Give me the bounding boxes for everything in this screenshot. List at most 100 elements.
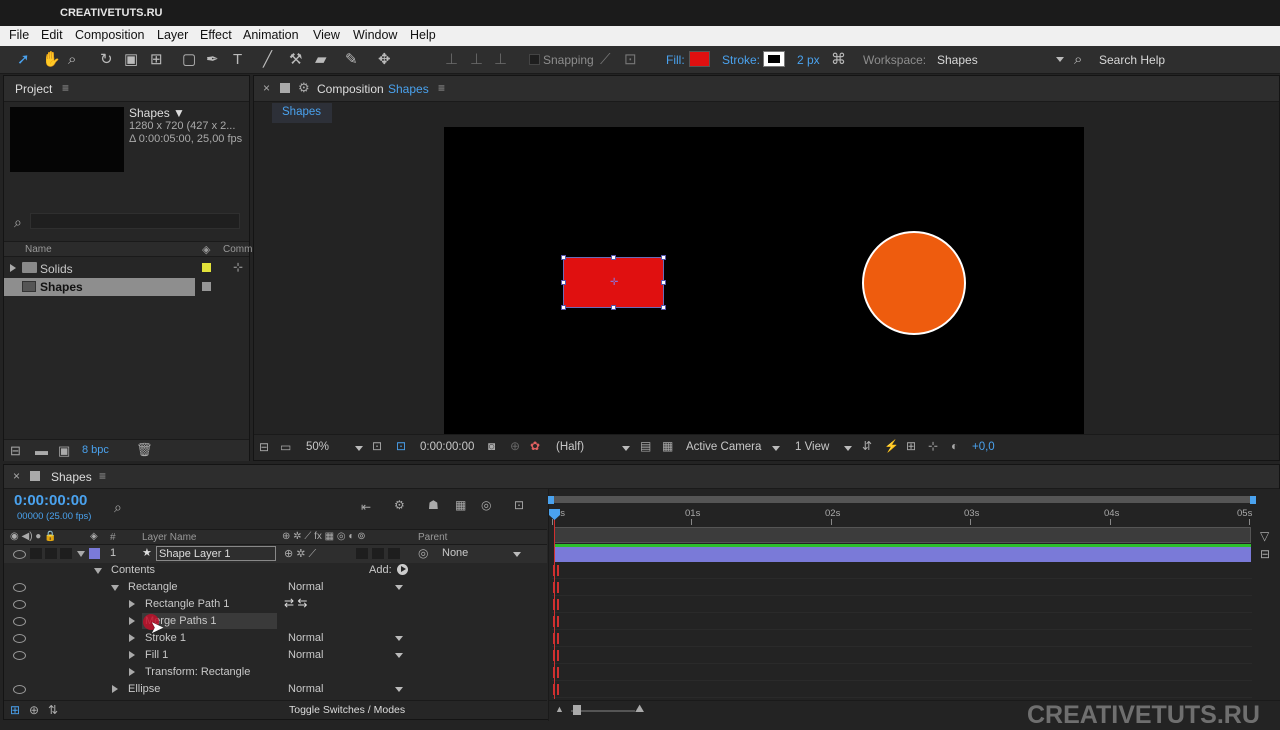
- comp-button-icon[interactable]: ⊟: [1260, 547, 1270, 561]
- layer-label-color[interactable]: [89, 548, 100, 559]
- time-navigator[interactable]: [554, 527, 1251, 543]
- comp-name[interactable]: Shapes ▼: [129, 106, 185, 120]
- visibility-eye-icon[interactable]: [13, 634, 26, 643]
- menu-animation[interactable]: Animation: [243, 28, 299, 42]
- ellipse-group-row[interactable]: Ellipse Normal: [4, 681, 547, 698]
- hand-tool-icon[interactable]: ✋: [42, 52, 61, 67]
- magnification-select[interactable]: 50%: [306, 441, 329, 453]
- expand-arrow-icon[interactable]: [10, 264, 16, 272]
- zoom-tool-icon[interactable]: ⌕: [68, 52, 76, 67]
- delete-icon[interactable]: 🗑: [136, 442, 153, 458]
- stroke-row[interactable]: Stroke 1 Normal: [4, 630, 547, 647]
- current-time-indicator-line[interactable]: [554, 509, 555, 699]
- layer-switches-pane-icon[interactable]: ⊞: [10, 703, 20, 717]
- new-folder-icon[interactable]: ▬: [35, 443, 48, 458]
- collapse-arrow-icon[interactable]: [94, 568, 102, 574]
- flowchart-icon[interactable]: ⊹: [928, 439, 938, 453]
- project-item-shapes[interactable]: Shapes: [4, 278, 195, 296]
- camera-select[interactable]: Active Camera: [686, 441, 761, 453]
- handle[interactable]: [611, 255, 616, 260]
- graph-menu-icon[interactable]: ▽: [1260, 529, 1269, 543]
- merge-paths-row[interactable]: Merge Paths 1 ➤: [4, 613, 547, 637]
- stroke-label[interactable]: Stroke:: [722, 53, 760, 67]
- visibility-eye-icon[interactable]: [13, 600, 26, 609]
- column-parent[interactable]: Parent: [418, 532, 447, 543]
- draft-3d-icon[interactable]: ⚙: [394, 498, 405, 512]
- rectangle-tool-icon[interactable]: ▢: [182, 52, 196, 67]
- handle[interactable]: [661, 255, 666, 260]
- type-tool-icon[interactable]: T: [233, 52, 242, 67]
- label-color-swatch[interactable]: [202, 282, 211, 291]
- frame-blending-icon[interactable]: ▦: [455, 498, 466, 512]
- lock-icon[interactable]: [280, 83, 290, 93]
- rectangle-shape[interactable]: ✛: [561, 255, 666, 310]
- camera-dropdown-arrow[interactable]: [772, 446, 780, 451]
- lock-switch[interactable]: [60, 548, 72, 559]
- close-icon[interactable]: ×: [263, 81, 270, 95]
- time-ruler[interactable]: 0s 01s 02s 03s 04s 05s: [552, 507, 1254, 525]
- blend-mode-select[interactable]: Normal: [288, 632, 323, 644]
- 3d-layer-switch[interactable]: [388, 548, 400, 559]
- add-menu-button[interactable]: [397, 564, 408, 575]
- visibility-eye-icon[interactable]: [13, 550, 26, 559]
- layer-switches[interactable]: ⊕ ✲ ⟋: [284, 547, 316, 561]
- fast-previews-icon[interactable]: ⚡: [884, 439, 899, 453]
- camera-tool-icon[interactable]: ▣: [124, 52, 138, 67]
- menu-edit[interactable]: Edit: [41, 28, 63, 42]
- layer-duration-bar[interactable]: [554, 547, 1251, 562]
- brush-tool-icon[interactable]: ╱: [263, 52, 272, 67]
- fill-row[interactable]: Fill 1 Normal: [4, 647, 547, 664]
- snap-edge-icon[interactable]: ⟋: [600, 52, 611, 67]
- collapse-arrow-icon[interactable]: [111, 585, 119, 591]
- fill-color-swatch[interactable]: [689, 51, 710, 67]
- expand-arrow-icon[interactable]: [129, 600, 135, 608]
- blend-mode-dropdown-arrow[interactable]: [395, 653, 403, 658]
- composition-tab-name[interactable]: Shapes: [388, 82, 429, 96]
- world-axis-icon[interactable]: ⊥: [470, 52, 483, 67]
- timeline-tab[interactable]: Shapes: [51, 470, 92, 484]
- visibility-eye-icon[interactable]: [13, 617, 26, 626]
- selection-tool-icon[interactable]: ➚: [17, 52, 30, 67]
- interpret-footage-icon[interactable]: ⊟: [10, 443, 21, 459]
- menu-help[interactable]: Help: [410, 28, 436, 42]
- snapping-checkbox[interactable]: [529, 54, 540, 65]
- menu-window[interactable]: Window: [353, 28, 397, 42]
- clone-stamp-tool-icon[interactable]: ⚒: [289, 52, 302, 67]
- handle[interactable]: [661, 305, 666, 310]
- reset-exposure-icon[interactable]: ◐: [951, 439, 958, 453]
- handle[interactable]: [561, 280, 566, 285]
- zoom-in-icon[interactable]: ⛰: [635, 703, 644, 716]
- roto-brush-tool-icon[interactable]: ✎: [345, 52, 358, 67]
- adjustment-switch[interactable]: [372, 548, 384, 559]
- toggle-switches-modes-button[interactable]: Toggle Switches / Modes: [289, 704, 405, 716]
- layer-row[interactable]: 1 ★ Shape Layer 1 ⊕ ✲ ⟋ ◎ None: [4, 545, 547, 563]
- pan-behind-tool-icon[interactable]: ⊞: [150, 52, 163, 67]
- graph-editor-icon[interactable]: ⊡: [514, 498, 524, 512]
- motion-blur-icon[interactable]: ◎: [481, 498, 491, 512]
- visibility-eye-icon[interactable]: [13, 685, 26, 694]
- column-comment[interactable]: Comm: [223, 244, 252, 255]
- resolution-select[interactable]: (Half): [556, 441, 584, 453]
- handle[interactable]: [611, 305, 616, 310]
- region-of-interest-icon[interactable]: ▤: [640, 439, 651, 453]
- solo-switch[interactable]: [45, 548, 57, 559]
- visibility-eye-icon[interactable]: [13, 651, 26, 660]
- menu-view[interactable]: View: [313, 28, 340, 42]
- ellipse-shape[interactable]: [862, 231, 966, 335]
- work-area-start-handle[interactable]: [548, 496, 554, 504]
- layer-name[interactable]: Shape Layer 1: [156, 546, 276, 561]
- menu-layer[interactable]: Layer: [157, 28, 188, 42]
- panel-menu-icon[interactable]: ≡: [99, 469, 106, 483]
- new-composition-icon[interactable]: ▣: [58, 443, 70, 459]
- label-column-icon[interactable]: ◈: [202, 243, 210, 256]
- column-name[interactable]: Name: [25, 244, 52, 255]
- puppet-tool-icon[interactable]: ✥: [378, 52, 391, 67]
- rotation-tool-icon[interactable]: ↻: [100, 52, 113, 67]
- blend-mode-dropdown-arrow[interactable]: [395, 585, 403, 590]
- blend-mode-select[interactable]: Normal: [288, 581, 323, 593]
- fill-label[interactable]: Fill:: [666, 53, 685, 67]
- workspace-select[interactable]: Shapes: [937, 53, 978, 67]
- current-time[interactable]: 0:00:00:00: [420, 441, 474, 453]
- stroke-color-swatch[interactable]: [763, 51, 785, 67]
- handle[interactable]: [561, 305, 566, 310]
